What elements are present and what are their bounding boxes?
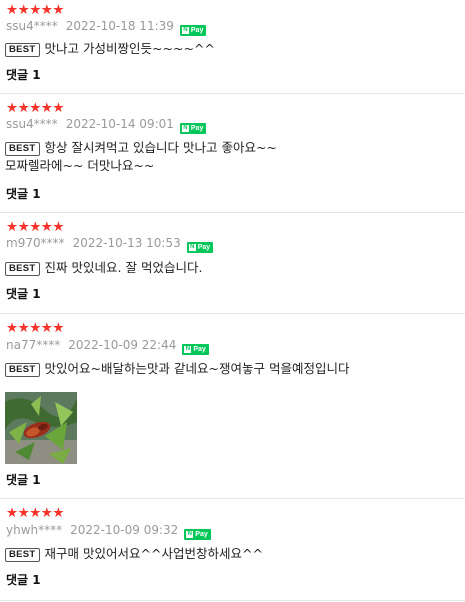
reviewer-id: ssu4**** — [6, 117, 58, 131]
review-photo-thumbnail[interactable] — [5, 392, 77, 464]
best-badge: BEST — [5, 142, 40, 156]
review-meta: ssu4**** 2022-10-14 09:01 N Pay — [6, 117, 207, 134]
review-date: 2022-10-13 10:53 — [72, 236, 181, 250]
reviewer-id: yhwh**** — [6, 523, 63, 537]
comment-count-button[interactable]: 댓글 1 — [6, 571, 41, 588]
review-text: BEST 진짜 맛있네요. 잘 먹었습니다. — [5, 259, 455, 277]
food-photo-image — [5, 392, 77, 464]
review-item: ★★★★★ na77**** 2022-10-09 22:44 N Pay BEST 맛… — [0, 314, 465, 499]
comment-count-button[interactable]: 댓글 1 — [6, 471, 41, 488]
best-badge: BEST — [5, 43, 40, 57]
naver-n-icon: N — [181, 125, 189, 132]
review-date: 2022-10-14 09:01 — [65, 117, 174, 131]
naver-n-icon: N — [188, 244, 196, 251]
naver-n-icon: N — [181, 27, 189, 34]
star-rating: ★★★★★ — [6, 505, 65, 521]
star-rating: ★★★★★ — [6, 100, 65, 116]
naver-pay-badge: N Pay — [182, 344, 209, 355]
star-rating: ★★★★★ — [6, 320, 65, 336]
review-meta: m970**** 2022-10-13 10:53 N Pay — [6, 236, 214, 253]
review-item: ★★★★★ ssu4**** 2022-10-18 11:39 N Pay BEST 맛… — [0, 0, 465, 94]
best-badge: BEST — [5, 262, 40, 276]
review-meta: na77**** 2022-10-09 22:44 N Pay — [6, 338, 209, 355]
comment-count-button[interactable]: 댓글 1 — [6, 185, 41, 202]
star-rating: ★★★★★ — [6, 219, 65, 235]
naver-n-icon: N — [186, 531, 194, 538]
review-item: ★★★★★ ssu4**** 2022-10-14 09:01 N Pay BEST 항… — [0, 94, 465, 213]
naver-pay-badge: N Pay — [179, 123, 207, 134]
best-badge: BEST — [5, 363, 40, 377]
best-badge: BEST — [5, 548, 40, 562]
comment-count-button[interactable]: 댓글 1 — [6, 66, 41, 83]
naver-pay-badge: N Pay — [179, 25, 207, 36]
review-item: ★★★★★ yhwh**** 2022-10-09 09:32 N Pay BEST 재… — [0, 499, 465, 601]
review-text: BEST 맛있어요~배달하는맛과 같네요~쟁여놓구 먹을예정입니다 — [5, 360, 455, 378]
naver-n-icon: N — [184, 346, 192, 353]
review-text: BEST 항상 잘시켜먹고 있습니다 맛나고 좋아요~~ 모짜렐라에~~ 더맛나요~… — [5, 140, 277, 173]
review-meta: yhwh**** 2022-10-09 09:32 N Pay — [6, 523, 211, 540]
review-text: BEST 재구매 맛있어서요^^사업번창하세요^^ — [5, 545, 455, 563]
naver-pay-badge: N Pay — [186, 242, 214, 253]
reviewer-id: m970**** — [6, 236, 65, 250]
reviewer-id: ssu4**** — [6, 19, 58, 33]
review-text: BEST 맛나고 가성비짱인듯~~~~^^ — [5, 40, 455, 58]
star-rating: ★★★★★ — [6, 2, 65, 18]
comment-count-button[interactable]: 댓글 1 — [6, 285, 41, 302]
review-item: ★★★★★ m970**** 2022-10-13 10:53 N Pay BEST 진… — [0, 213, 465, 314]
reviewer-id: na77**** — [6, 338, 61, 352]
review-date: 2022-10-09 22:44 — [68, 338, 177, 352]
review-date: 2022-10-09 09:32 — [70, 523, 179, 537]
review-date: 2022-10-18 11:39 — [65, 19, 174, 33]
review-meta: ssu4**** 2022-10-18 11:39 N Pay — [6, 19, 207, 36]
naver-pay-badge: N Pay — [184, 529, 211, 540]
